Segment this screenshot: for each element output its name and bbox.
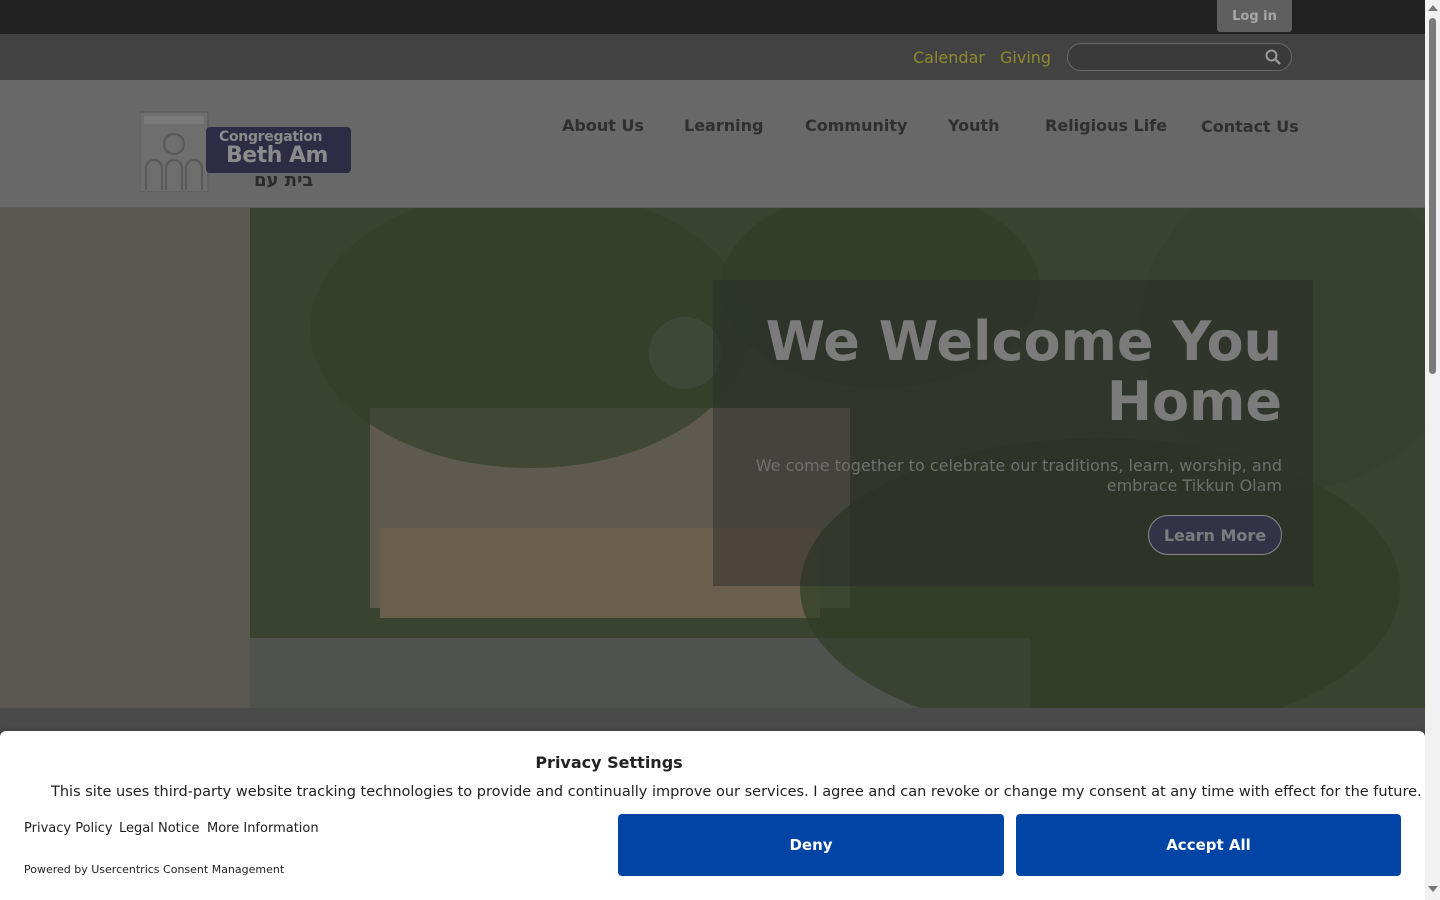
more-information-link[interactable]: More Information — [207, 821, 319, 836]
admin-bar: Log in — [0, 0, 1425, 34]
scroll-down-arrow-icon[interactable] — [1428, 886, 1438, 892]
nav-about-us[interactable]: About Us — [562, 116, 644, 135]
calendar-link[interactable]: Calendar — [913, 48, 985, 67]
hero-banner: We Welcome You Home We come together to … — [0, 208, 1425, 708]
nav-youth[interactable]: Youth — [948, 116, 1000, 135]
scroll-up-arrow-icon[interactable] — [1428, 5, 1438, 11]
nav-learning[interactable]: Learning — [684, 116, 763, 135]
logo-line-2: Beth Am — [226, 143, 328, 168]
privacy-consent-banner: Privacy Settings This site uses third-pa… — [0, 731, 1425, 900]
nav-contact-us[interactable]: Contact Us — [1201, 117, 1299, 136]
learn-more-button[interactable]: Learn More — [1148, 515, 1282, 555]
search-input[interactable] — [1067, 43, 1292, 71]
privacy-title: Privacy Settings — [535, 753, 683, 772]
hero-title: We Welcome You Home — [765, 310, 1282, 433]
privacy-policy-link[interactable]: Privacy Policy — [24, 821, 113, 836]
hero-text-panel: We Welcome You Home We come together to … — [713, 280, 1313, 586]
nav-community[interactable]: Community — [805, 116, 907, 135]
privacy-text: This site uses third-party website track… — [51, 784, 1422, 800]
scroll-thumb[interactable] — [1429, 18, 1436, 374]
site-header: Congregation Beth Am בית עם About Us Lea… — [0, 80, 1425, 208]
scrollbar[interactable] — [1425, 0, 1440, 900]
accept-all-button[interactable]: Accept All — [1016, 814, 1401, 876]
hero-subtitle: We come together to celebrate our tradit… — [755, 456, 1282, 495]
login-button[interactable]: Log in — [1217, 0, 1292, 32]
legal-notice-link[interactable]: Legal Notice — [119, 821, 200, 836]
giving-link[interactable]: Giving — [1000, 48, 1051, 67]
powered-by-text[interactable]: Powered by Usercentrics Consent Manageme… — [24, 863, 284, 876]
search-icon[interactable] — [1265, 49, 1281, 65]
logo-hebrew: בית עם — [254, 170, 314, 191]
nav-religious-life[interactable]: Religious Life — [1045, 116, 1167, 135]
deny-button[interactable]: Deny — [618, 814, 1004, 876]
utility-bar: Calendar Giving — [0, 34, 1425, 80]
